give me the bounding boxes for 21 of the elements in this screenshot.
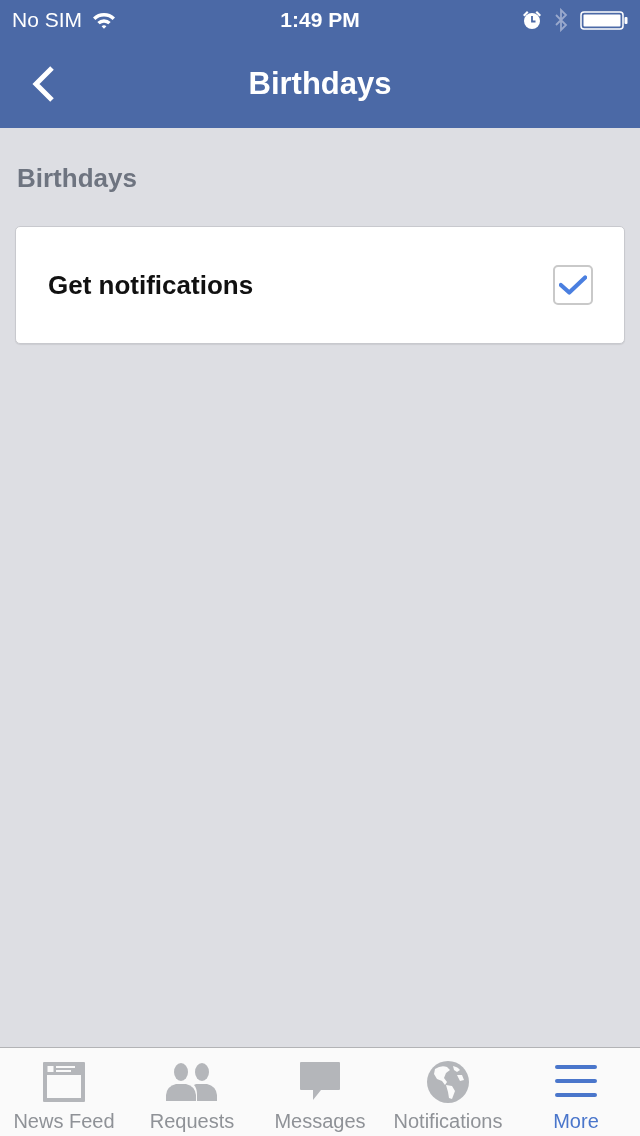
- tab-bar-item[interactable]: Notifications: [384, 1048, 512, 1136]
- back-chevron-icon: [32, 66, 56, 102]
- alarm-clock-icon: [522, 10, 542, 30]
- people-icon: [166, 1063, 218, 1101]
- wifi-icon: [92, 11, 116, 29]
- carrier-label: No SIM: [12, 8, 82, 32]
- tab-bar-item[interactable]: Messages: [256, 1048, 384, 1136]
- tab-bar-item[interactable]: More: [512, 1048, 640, 1136]
- tab-bar-item[interactable]: Requests: [128, 1048, 256, 1136]
- section-heading: Birthdays: [17, 162, 137, 194]
- status-time: 1:49 PM: [280, 8, 360, 32]
- checkmark-icon: [559, 274, 587, 296]
- speech-bubble-icon: [300, 1062, 340, 1102]
- battery-icon: [580, 10, 628, 30]
- checkbox[interactable]: [553, 265, 593, 305]
- setting-label: Get notifications: [48, 269, 254, 301]
- globe-icon: [427, 1061, 469, 1103]
- tab-bar-item[interactable]: News Feed: [0, 1048, 128, 1136]
- news-feed-icon: [43, 1062, 85, 1102]
- nav-title: Birthdays: [248, 66, 392, 102]
- bluetooth-icon: [554, 8, 568, 32]
